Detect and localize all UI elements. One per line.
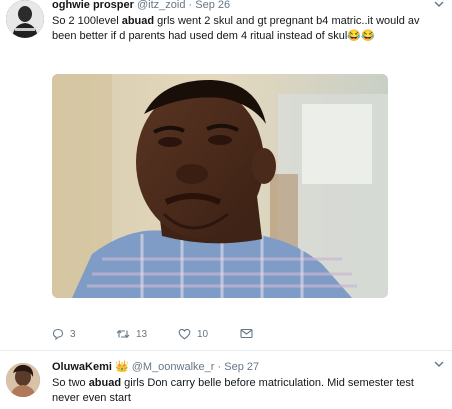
avatar[interactable] — [6, 0, 44, 38]
retweet-icon — [116, 328, 130, 340]
heart-icon — [178, 328, 191, 340]
avatar[interactable] — [6, 363, 40, 397]
reply-icon — [52, 328, 64, 340]
tweet-text: So 2 100level abuad grls went 2 skul and… — [52, 14, 444, 44]
reply-button[interactable]: 3 — [52, 328, 76, 340]
display-name[interactable]: oghwie prosper — [52, 0, 134, 11]
envelope-icon — [240, 328, 253, 339]
display-name[interactable]: OluwaKemi — [52, 361, 112, 373]
retweet-count: 13 — [136, 328, 148, 340]
crown-emoji: 👑 — [114, 361, 129, 373]
chevron-down-icon[interactable] — [434, 0, 444, 11]
chevron-down-icon[interactable] — [434, 360, 444, 371]
separator-dot: · — [188, 0, 193, 11]
tweet-header: OluwaKemi 👑 @M_oonwalke_r · Sep 27 — [52, 360, 259, 373]
tweet-date[interactable]: Sep 26 — [195, 0, 230, 11]
message-button[interactable] — [240, 328, 253, 339]
highlight-term: abuad — [121, 15, 155, 27]
tweet-2: OluwaKemi 👑 @M_oonwalke_r · Sep 27 So tw… — [0, 350, 452, 409]
separator-dot: · — [217, 361, 222, 373]
tweet-text-part: So 2 100level — [52, 15, 122, 27]
like-count: 10 — [197, 328, 209, 340]
like-button[interactable]: 10 — [178, 328, 208, 340]
tweet-text: So two abuad girls Don carry belle befor… — [52, 376, 442, 406]
user-handle[interactable]: @M_oonwalke_r — [132, 361, 215, 373]
tweet-text-part: So two — [52, 377, 89, 389]
highlight-term: abuad — [88, 377, 122, 389]
tweet-1: oghwie prosper @itz_zoid · Sep 26 So 2 1… — [0, 0, 452, 350]
tweet-image[interactable] — [52, 74, 388, 298]
tweet-header: oghwie prosper @itz_zoid · Sep 26 — [52, 0, 230, 11]
retweet-button[interactable]: 13 — [116, 328, 147, 340]
reply-count: 3 — [70, 328, 76, 340]
user-handle[interactable]: @itz_zoid — [137, 0, 185, 11]
tweet-date[interactable]: Sep 27 — [224, 361, 259, 373]
